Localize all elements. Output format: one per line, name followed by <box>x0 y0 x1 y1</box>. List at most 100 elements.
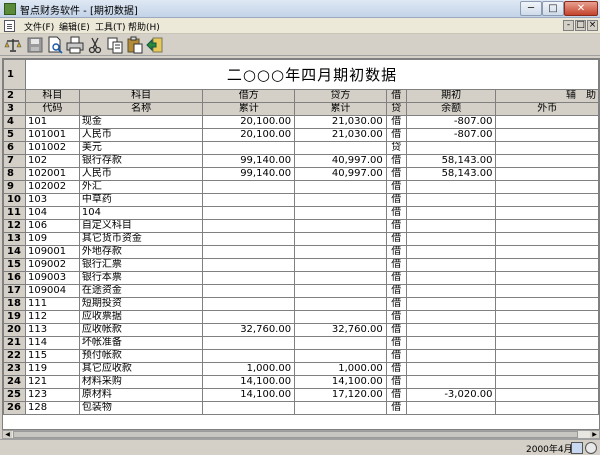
cell-code[interactable]: 101001 <box>24 128 80 142</box>
cell-credit[interactable]: 21,030.00 <box>294 128 387 142</box>
table-row[interactable]: 25 123 原材料 14,100.00 17,120.00 借 -3,020.00 <box>3 388 599 402</box>
cell-code[interactable]: 106 <box>24 219 80 233</box>
cell-code[interactable]: 103 <box>24 193 80 207</box>
cell-balance[interactable]: 58,143.00 <box>405 167 497 181</box>
cell-balance[interactable] <box>405 193 497 207</box>
row-header[interactable]: 8 <box>3 167 26 181</box>
table-row[interactable]: 12 106 自定义科目 借 <box>3 219 599 233</box>
cell-code[interactable]: 123 <box>24 388 80 402</box>
cell-balance[interactable] <box>405 206 497 220</box>
cell-foreign[interactable] <box>495 154 599 168</box>
cell-name[interactable]: 外地存款 <box>78 245 204 259</box>
cell-credit[interactable] <box>294 141 387 155</box>
table-row[interactable]: 16 109003 银行本票 借 <box>3 271 599 285</box>
cell-balance[interactable]: -3,020.00 <box>405 388 497 402</box>
cell-code[interactable]: 121 <box>24 375 80 389</box>
row-header[interactable]: 6 <box>3 141 26 155</box>
cell-direction[interactable]: 借 <box>385 180 407 194</box>
cell-debit[interactable]: 32,760.00 <box>202 323 296 337</box>
cell-direction[interactable]: 借 <box>385 219 407 233</box>
cell-direction[interactable]: 借 <box>385 245 407 259</box>
cell-code[interactable]: 119 <box>24 362 80 376</box>
copy-icon[interactable] <box>106 36 124 54</box>
cell-name[interactable]: 现金 <box>78 115 204 129</box>
cell-debit[interactable]: 99,140.00 <box>202 167 296 181</box>
cell-direction[interactable]: 借 <box>385 206 407 220</box>
cell-code[interactable]: 102 <box>24 154 80 168</box>
cell-debit[interactable] <box>202 232 296 246</box>
cell-foreign[interactable] <box>495 193 599 207</box>
cell-debit[interactable] <box>202 206 296 220</box>
cell-foreign[interactable] <box>495 271 599 285</box>
maximize-button[interactable]: □ <box>542 1 564 16</box>
cell-direction[interactable]: 借 <box>385 375 407 389</box>
cell-name[interactable]: 其它应收款 <box>78 362 204 376</box>
cell-balance[interactable]: 58,143.00 <box>405 154 497 168</box>
cell-direction[interactable]: 借 <box>385 167 407 181</box>
balance-scale-icon[interactable] <box>4 36 22 54</box>
cell-debit[interactable] <box>202 141 296 155</box>
cell-debit[interactable] <box>202 271 296 285</box>
cell-credit[interactable]: 14,100.00 <box>294 375 387 389</box>
cell-debit[interactable]: 99,140.00 <box>202 154 296 168</box>
cell-balance[interactable] <box>405 219 497 233</box>
cell-foreign[interactable] <box>495 362 599 376</box>
scroll-right-button[interactable]: ▶ <box>590 431 599 438</box>
cell-direction[interactable]: 借 <box>385 154 407 168</box>
table-row[interactable]: 13 109 其它货币资金 借 <box>3 232 599 246</box>
cell-credit[interactable] <box>294 206 387 220</box>
cell-name[interactable]: 短期投资 <box>78 297 204 311</box>
table-row[interactable]: 15 109002 银行汇票 借 <box>3 258 599 272</box>
cell-credit[interactable] <box>294 180 387 194</box>
cell-foreign[interactable] <box>495 219 599 233</box>
row-header[interactable]: 9 <box>3 180 26 194</box>
cell-code[interactable]: 111 <box>24 297 80 311</box>
cell-debit[interactable] <box>202 219 296 233</box>
cell-code[interactable]: 112 <box>24 310 80 324</box>
table-row[interactable]: 10 103 中草药 借 <box>3 193 599 207</box>
cell-foreign[interactable] <box>495 388 599 402</box>
cell-code[interactable]: 113 <box>24 323 80 337</box>
cell-direction[interactable]: 借 <box>385 232 407 246</box>
cell-balance[interactable] <box>405 141 497 155</box>
row-header[interactable]: 22 <box>3 349 26 363</box>
cell-foreign[interactable] <box>495 349 599 363</box>
cell-direction[interactable]: 借 <box>385 388 407 402</box>
table-row[interactable]: 20 113 应收帐款 32,760.00 32,760.00 借 <box>3 323 599 337</box>
row-header[interactable]: 17 <box>3 284 26 298</box>
cell-balance[interactable] <box>405 284 497 298</box>
cell-code[interactable]: 102002 <box>24 180 80 194</box>
cell-foreign[interactable] <box>495 167 599 181</box>
row-header[interactable]: 5 <box>3 128 26 142</box>
table-row[interactable]: 9 102002 外汇 借 <box>3 180 599 194</box>
spreadsheet-grid[interactable]: 1 二○○○年四月期初数据 2 科目 科目 借方 贷方 借 期初 辅 助 3 代… <box>2 58 600 430</box>
cell-foreign[interactable] <box>495 141 599 155</box>
table-row[interactable]: 5 101001 人民币 20,100.00 21,030.00 借 -807.00 <box>3 128 599 142</box>
cell-direction[interactable]: 借 <box>385 193 407 207</box>
cell-debit[interactable] <box>202 193 296 207</box>
cell-debit[interactable] <box>202 297 296 311</box>
cell-code[interactable]: 128 <box>24 401 80 415</box>
cell-credit[interactable] <box>294 401 387 415</box>
cut-icon[interactable] <box>86 36 104 54</box>
row-header[interactable]: 21 <box>3 336 26 350</box>
cell-name[interactable]: 自定义科目 <box>78 219 204 233</box>
child-minimize-button[interactable]: - <box>563 20 574 31</box>
row-header[interactable]: 13 <box>3 232 26 246</box>
cell-debit[interactable]: 20,100.00 <box>202 115 296 129</box>
row-header[interactable]: 18 <box>3 297 26 311</box>
help-icon[interactable] <box>585 442 597 454</box>
cell-credit[interactable] <box>294 232 387 246</box>
cell-balance[interactable]: -807.00 <box>405 128 497 142</box>
cell-code[interactable]: 109 <box>24 232 80 246</box>
cell-debit[interactable] <box>202 310 296 324</box>
title-bar[interactable]: 智点财务软件 - [期初数据] ─ □ ✕ <box>0 0 600 18</box>
cell-code[interactable]: 102001 <box>24 167 80 181</box>
row-header[interactable]: 15 <box>3 258 26 272</box>
cell-direction[interactable]: 借 <box>385 362 407 376</box>
table-row[interactable]: 4 101 现金 20,100.00 21,030.00 借 -807.00 <box>3 115 599 129</box>
row-header[interactable]: 4 <box>3 115 26 129</box>
cell-credit[interactable]: 17,120.00 <box>294 388 387 402</box>
cell-debit[interactable]: 14,100.00 <box>202 388 296 402</box>
cell-debit[interactable] <box>202 349 296 363</box>
